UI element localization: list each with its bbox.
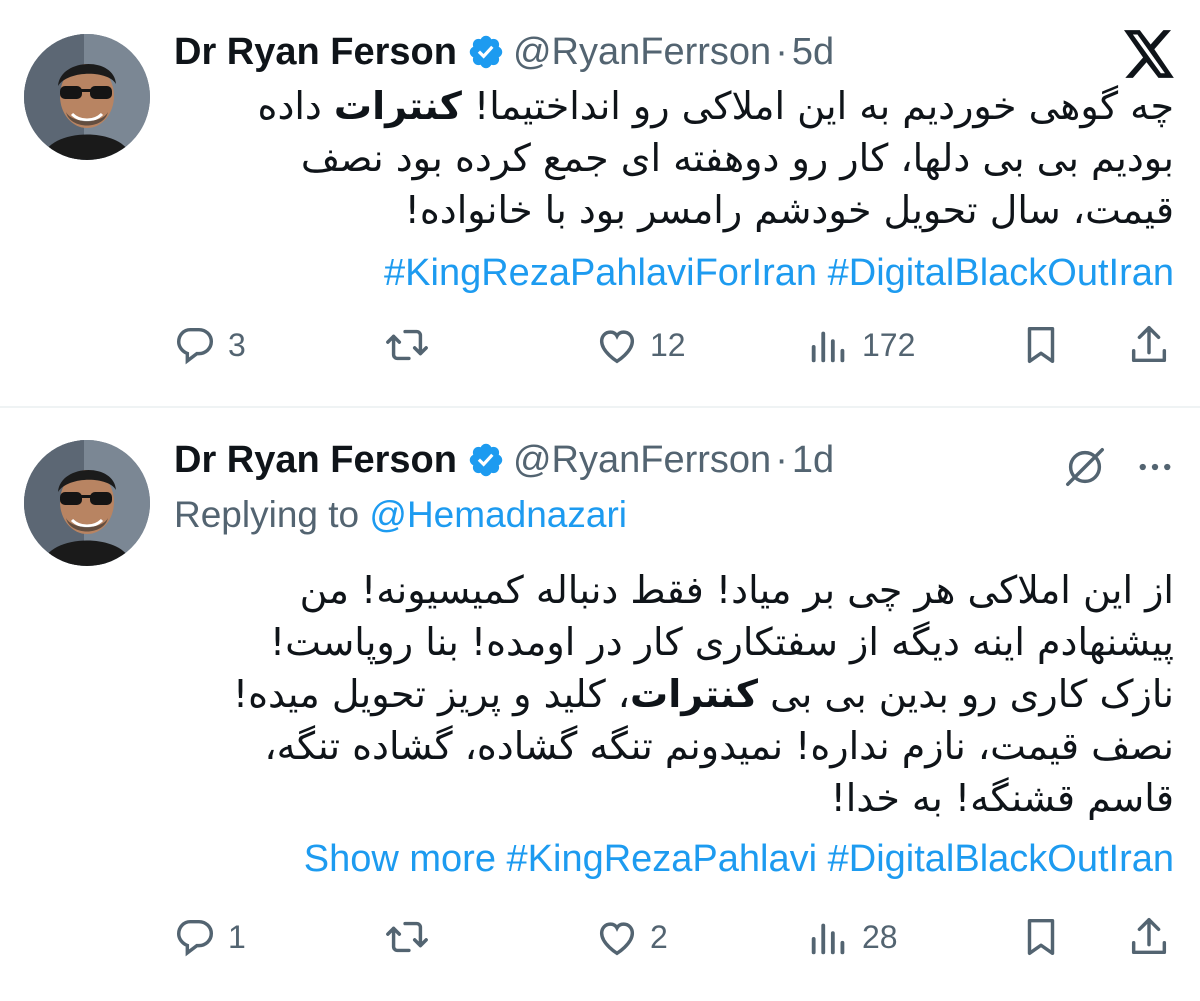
user-avatar-icon xyxy=(24,440,150,566)
views-icon xyxy=(811,331,845,363)
tweet[interactable]: Dr Ryan Ferson @RyanFerrson · 5d چه گوهی… xyxy=(0,0,1200,407)
retweet-icon xyxy=(386,329,428,361)
view-count: 28 xyxy=(862,918,898,955)
like-count: 12 xyxy=(650,326,686,363)
verified-badge-icon xyxy=(469,443,503,477)
views-icon xyxy=(811,923,845,955)
bookmark-button[interactable] xyxy=(1018,912,1064,962)
share-button[interactable] xyxy=(1126,912,1172,962)
tweet-timestamp[interactable]: 1d xyxy=(792,437,834,483)
more-options-icon[interactable] xyxy=(1134,446,1176,488)
avatar[interactable] xyxy=(24,34,150,160)
views-button[interactable]: 28 xyxy=(806,912,898,962)
hashtags[interactable]: #KingRezaPahlavi #DigitalBlackOutIran xyxy=(496,838,1174,880)
bookmark-button[interactable] xyxy=(1018,320,1064,370)
replying-prefix: Replying to xyxy=(174,494,370,535)
hashtags[interactable]: #KingRezaPahlaviForIran #DigitalBlackOut… xyxy=(384,250,1174,296)
separator-dot: · xyxy=(775,31,788,73)
tweet-timestamp[interactable]: 5d xyxy=(792,29,834,75)
like-button[interactable]: 2 xyxy=(594,912,668,962)
tweet-text-bold: کنترات xyxy=(630,672,759,716)
show-more-and-hashtags: Show more #KingRezaPahlavi #DigitalBlack… xyxy=(304,836,1174,882)
show-more-link[interactable]: Show more xyxy=(304,838,496,880)
user-handle[interactable]: @RyanFerrson xyxy=(513,29,771,75)
bookmark-icon xyxy=(1027,918,1055,956)
like-count: 2 xyxy=(650,918,668,955)
reply-button[interactable]: 1 xyxy=(172,912,246,962)
share-icon xyxy=(1131,918,1167,955)
display-name[interactable]: Dr Ryan Ferson xyxy=(174,29,457,75)
tweet-text-part: چه گوهی خوردیم به این املاکی رو انداختیم… xyxy=(461,84,1174,128)
tweet-actions: 3 12 172 xyxy=(172,320,1172,370)
user-handle[interactable]: @RyanFerrson xyxy=(513,437,771,483)
share-icon xyxy=(1131,326,1167,363)
tweet-text: از این املاکی هر چی بر میاد! فقط دنباله … xyxy=(214,564,1174,824)
bookmark-icon xyxy=(1027,326,1055,364)
separator-dot: · xyxy=(775,439,788,481)
tweet-text: چه گوهی خوردیم به این املاکی رو انداختیم… xyxy=(214,80,1174,236)
tweet-text-bold: کنترات xyxy=(333,84,462,128)
retweet-button[interactable] xyxy=(384,320,430,370)
retweet-button[interactable] xyxy=(384,912,430,962)
retweet-icon xyxy=(386,921,428,953)
grok-icon[interactable] xyxy=(1062,444,1108,490)
x-logo xyxy=(1124,30,1174,78)
tweet-actions: 1 2 28 xyxy=(172,912,1172,962)
verified-badge-icon xyxy=(469,35,503,69)
heart-icon xyxy=(599,922,635,956)
reply-count: 3 xyxy=(228,326,246,363)
display-name[interactable]: Dr Ryan Ferson xyxy=(174,437,457,483)
replying-to: Replying to @Hemadnazari xyxy=(174,494,627,536)
reply-count: 1 xyxy=(228,918,246,955)
views-button[interactable]: 172 xyxy=(806,320,915,370)
user-avatar-icon xyxy=(24,34,150,160)
share-button[interactable] xyxy=(1126,320,1172,370)
tweet-header: Dr Ryan Ferson @RyanFerrson · 1d xyxy=(174,437,834,483)
view-count: 172 xyxy=(862,326,916,363)
reply-icon xyxy=(176,327,214,365)
reply-button[interactable]: 3 xyxy=(172,320,246,370)
tweet-top-actions xyxy=(1062,444,1176,490)
replying-mention[interactable]: @Hemadnazari xyxy=(369,494,627,535)
reply-icon xyxy=(176,919,214,957)
heart-icon xyxy=(599,330,635,364)
tweet[interactable]: Dr Ryan Ferson @RyanFerrson · 1d Replyin… xyxy=(0,408,1200,1001)
like-button[interactable]: 12 xyxy=(594,320,686,370)
avatar[interactable] xyxy=(24,440,150,566)
tweet-header: Dr Ryan Ferson @RyanFerrson · 5d xyxy=(174,29,834,75)
